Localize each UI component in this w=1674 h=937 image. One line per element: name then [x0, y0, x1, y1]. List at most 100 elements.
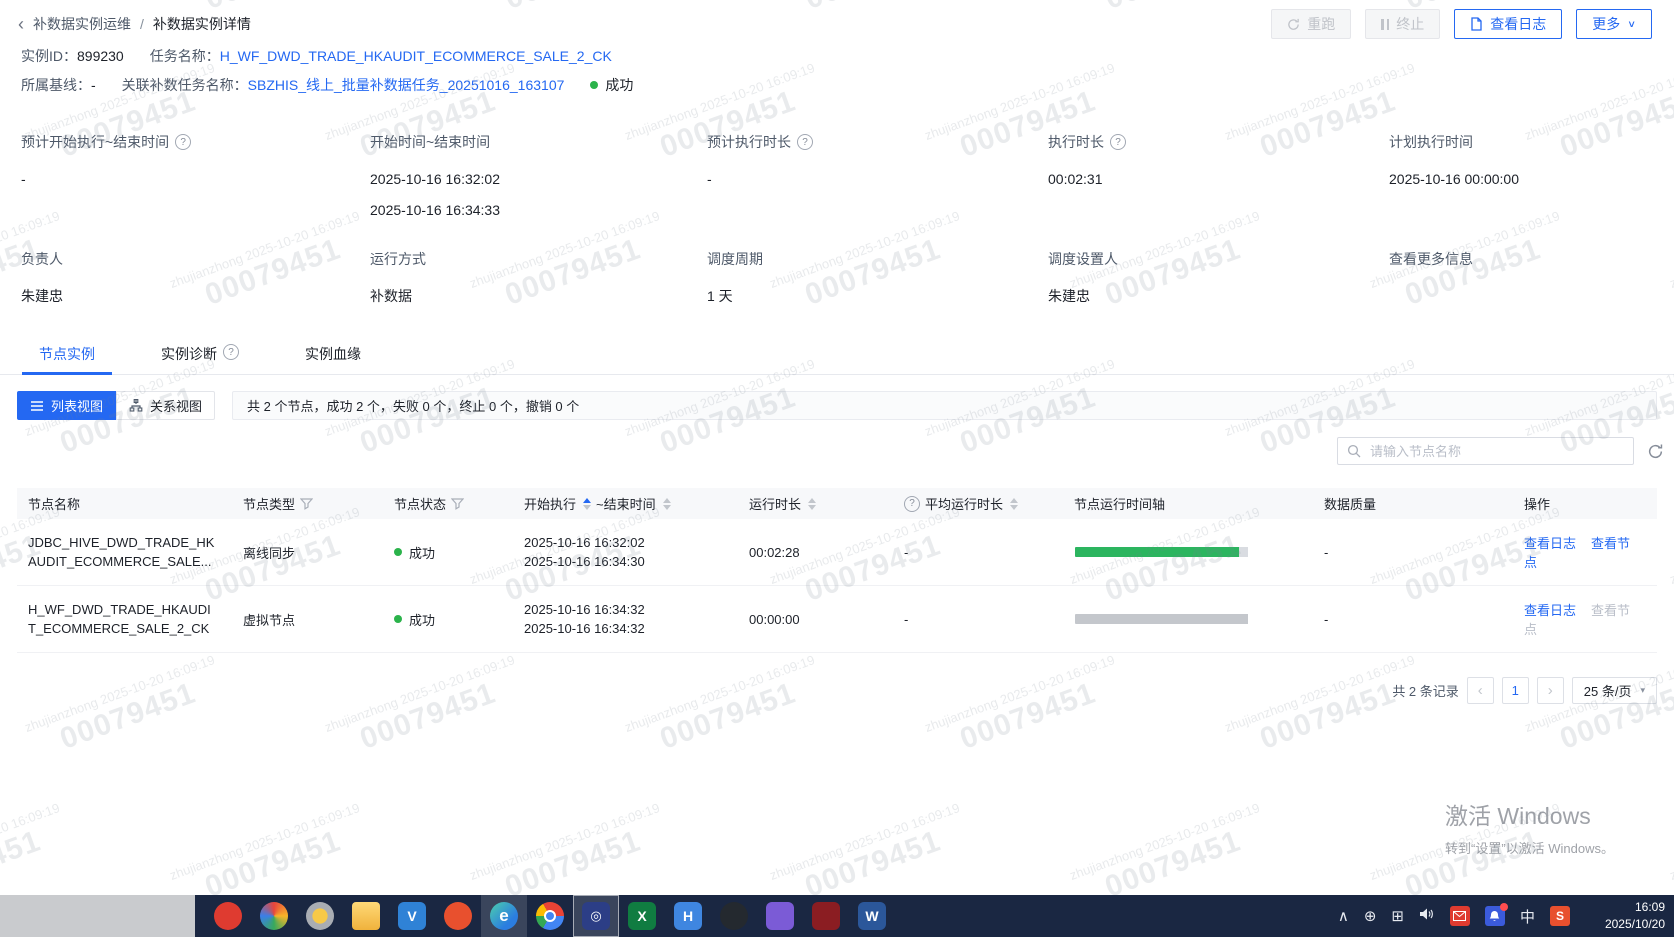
- tab-0[interactable]: 节点实例: [22, 344, 112, 375]
- search-row: [1337, 437, 1664, 465]
- detail-label-text: 负责人: [21, 251, 63, 267]
- breadcrumb-separator: /: [140, 16, 144, 32]
- windows-activation-notice: 激活 Windows 转到“设置”以激活 Windows。: [1445, 797, 1614, 857]
- node-table: 节点名称 节点类型 节点状态 开始执行 ~结束时间 运行时长? 平均运行时长 节点运行时间轴 数…: [17, 488, 1657, 653]
- relation-view-button[interactable]: 关系视图: [116, 391, 215, 420]
- vscode-icon[interactable]: V: [389, 895, 435, 937]
- search-input[interactable]: [1368, 442, 1624, 460]
- column-header-3: 开始执行 ~结束时间: [513, 494, 738, 513]
- dark-app-icon[interactable]: [711, 895, 757, 937]
- time-cell: 2025-10-16 16:32:02 2025-10-16 16:34:30: [524, 535, 645, 569]
- detail-field-value: 2025-10-16 00:00:00: [1389, 171, 1519, 187]
- clock-date: 2025/10/20: [1604, 917, 1665, 931]
- watermark-number: 00079451: [55, 676, 200, 756]
- detail-field: 预计执行时长? -: [707, 133, 1048, 226]
- taskbar-clock[interactable]: 16:09 2025/10/20: [1605, 899, 1665, 933]
- page-size-value: 25 条/页: [1583, 684, 1632, 699]
- network-icon[interactable]: ⊕: [1364, 907, 1377, 925]
- node-name-cell: JDBC_HIVE_DWD_TRADE_HK AUDIT_ECOMMERCE_S…: [28, 535, 215, 569]
- view-log-button[interactable]: 查看日志: [1454, 9, 1563, 39]
- watermark-text: zhujianzhong 2025-10-20 16:09:19: [1667, 208, 1674, 291]
- edge-browser-icon[interactable]: e: [481, 895, 527, 937]
- rerun-button[interactable]: 重跑: [1271, 9, 1352, 39]
- action-link[interactable]: 查看日志: [1524, 536, 1576, 551]
- detail-field-value: -: [21, 171, 26, 187]
- watermark-tile: zhujianzhong 2025-10-20 16:09:1900079451: [0, 800, 73, 895]
- sort-control[interactable]: [583, 497, 592, 510]
- tab-2[interactable]: 实例血缘: [305, 344, 361, 374]
- terminate-button[interactable]: 终止: [1365, 9, 1441, 39]
- word-icon[interactable]: W: [849, 895, 895, 937]
- watermark-text: zhujianzhong 2025-10-20 16:09:19: [622, 60, 817, 143]
- windows-squares-icon[interactable]: ⊞: [1391, 907, 1404, 925]
- taskbar-search-area[interactable]: [0, 895, 195, 937]
- column-header-0: 节点名称: [17, 494, 232, 513]
- help-icon[interactable]: ?: [1110, 134, 1126, 150]
- volume-icon[interactable]: [1419, 907, 1435, 925]
- task-name-link[interactable]: H_WF_DWD_TRADE_HKAUDIT_ECOMMERCE_SALE_2_…: [220, 48, 612, 64]
- help-icon[interactable]: ?: [223, 344, 239, 360]
- watermark-text: zhujianzhong 2025-10-20 16:09:19: [922, 652, 1117, 735]
- watermark-tile: zhujianzhong 2025-10-20 16:09:1900079451: [1668, 0, 1674, 27]
- tab-label: 实例诊断: [161, 346, 217, 362]
- orange-ball-app-icon[interactable]: [435, 895, 481, 937]
- chrome-browser-icon-glyph: [536, 902, 564, 930]
- column-label: 节点类型: [243, 497, 296, 512]
- sort-asc-icon: [583, 497, 592, 503]
- pagination: 共 2 条记录 ‹ 1 › 25 条/页 ▾: [1392, 677, 1657, 704]
- table-body: JDBC_HIVE_DWD_TRADE_HK AUDIT_ECOMMERCE_S…: [17, 519, 1657, 653]
- list-view-button[interactable]: 列表视图: [17, 391, 116, 420]
- word-icon-glyph: W: [858, 902, 886, 930]
- status-text: 成功: [409, 545, 436, 561]
- file-explorer-icon[interactable]: [343, 895, 389, 937]
- help-icon[interactable]: ?: [904, 495, 920, 512]
- coin-app-icon[interactable]: [297, 895, 343, 937]
- ime-chinese-icon[interactable]: 中: [1520, 906, 1535, 927]
- action-link[interactable]: 查看日志: [1524, 603, 1576, 618]
- sort-desc-icon: [1010, 504, 1019, 510]
- notification-app-icon[interactable]: [1484, 903, 1508, 926]
- chrome-browser-icon[interactable]: [527, 895, 573, 937]
- page-size-select[interactable]: 25 条/页 ▾: [1571, 677, 1657, 704]
- purple-app-icon[interactable]: [757, 895, 803, 937]
- watermark-text: zhujianzhong 2025-10-20 16:09:19: [22, 60, 217, 143]
- sort-control[interactable]: [662, 497, 671, 510]
- help-icon[interactable]: ?: [175, 134, 192, 150]
- help-icon[interactable]: ?: [797, 134, 813, 150]
- detail-field-label: 调度周期: [707, 250, 1048, 268]
- next-page-button[interactable]: ›: [1536, 677, 1564, 704]
- more-button[interactable]: 更多 ∨: [1576, 9, 1652, 39]
- watermark-tile: zhujianzhong 2025-10-20 16:09:1900079451: [468, 0, 674, 27]
- purple-app-icon-glyph: [766, 902, 794, 930]
- back-arrow-icon[interactable]: ‹: [18, 15, 24, 33]
- column-header-2: 节点状态: [383, 494, 513, 513]
- antivirus-icon[interactable]: [205, 895, 251, 937]
- more-info-cell: 查看更多信息: [1389, 250, 1657, 312]
- sort-control[interactable]: [1010, 497, 1019, 510]
- detail-field-value: 朱建忠: [1048, 288, 1090, 304]
- notes-app-icon[interactable]: H: [665, 895, 711, 937]
- red-app-icon[interactable]: [803, 895, 849, 937]
- related-task-link[interactable]: SBZHIS_线上_批量补数据任务_20251016_163107: [248, 77, 565, 93]
- view-more-info-link[interactable]: 查看更多信息: [1389, 250, 1657, 268]
- filter-icon[interactable]: [451, 497, 465, 510]
- tray-expand-icon[interactable]: ∧: [1338, 907, 1349, 925]
- sogou-input-icon[interactable]: S: [1550, 906, 1570, 926]
- mail-app-icon[interactable]: [1449, 906, 1470, 926]
- current-page-button[interactable]: 1: [1501, 677, 1529, 704]
- sort-control[interactable]: [808, 497, 817, 510]
- watermark-number: 00079451: [355, 676, 500, 756]
- excel-icon[interactable]: X: [619, 895, 665, 937]
- details-row-2: 负责人 朱建忠 运行方式 补数据 调度周期 1 天调度设置人 朱建忠 查看更多信息: [21, 250, 1657, 312]
- breadcrumb-parent[interactable]: 补数据实例运维: [33, 14, 131, 34]
- prev-page-button[interactable]: ‹: [1466, 677, 1494, 704]
- refresh-icon[interactable]: [1647, 443, 1664, 460]
- watermark-number: 00079451: [0, 824, 45, 895]
- watermark-text: zhujianzhong 2025-10-20 16:09:19: [322, 652, 517, 735]
- sort-desc-icon: [583, 504, 592, 510]
- filter-icon[interactable]: [300, 497, 314, 510]
- screenshot-tool-icon[interactable]: ◎: [573, 895, 619, 937]
- list-view-label: 列表视图: [50, 399, 103, 414]
- pinwheel-browser-icon[interactable]: [251, 895, 297, 937]
- tab-1[interactable]: 实例诊断?: [161, 344, 239, 374]
